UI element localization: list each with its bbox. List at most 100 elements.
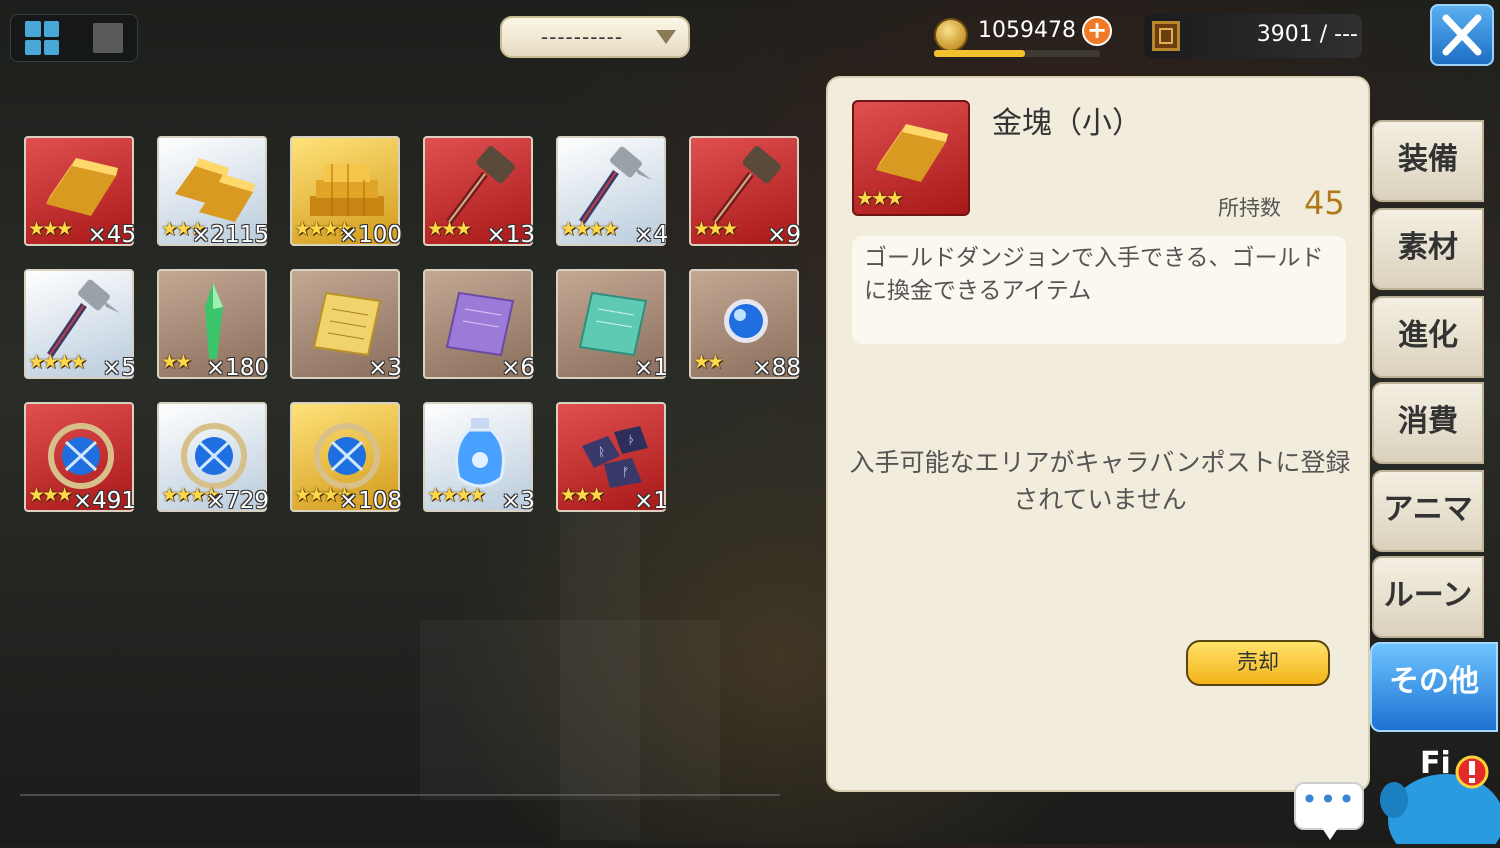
item-slot[interactable]: ★★ ×180	[157, 269, 269, 381]
item-count: ×491	[72, 488, 136, 514]
item-slot[interactable]: ★★ ×88	[689, 269, 801, 381]
item-name: 金塊（小）	[992, 106, 1142, 141]
gold-pile-icon	[310, 164, 384, 216]
item-count: ×3	[501, 488, 535, 514]
rune-stones-icon: ᚱ ᚦ ᚠ	[582, 426, 648, 488]
item-slot[interactable]: ★★★★ ×729	[157, 402, 269, 514]
close-icon	[1442, 14, 1482, 56]
item-slot[interactable]: ★★★★ ×4	[556, 136, 668, 248]
item-slot[interactable]: ★★★★ ×5	[24, 269, 136, 381]
chevron-down-icon	[656, 30, 676, 44]
gold-bar-icon	[46, 158, 118, 216]
item-slot[interactable]: ᚱ ᚦ ᚠ ★★★ ×1	[556, 402, 668, 514]
add-gold-icon[interactable]: +	[1082, 16, 1112, 46]
tab-1[interactable]: 素材	[1372, 208, 1484, 290]
description-box: ゴールドダンジョンで入手できる、ゴールドに換金できるアイテム	[852, 236, 1346, 344]
chat-button[interactable]: •••	[1294, 782, 1364, 840]
item-count: ×9	[767, 222, 801, 248]
item-slot[interactable]: ×6	[423, 269, 535, 381]
item-count: ×5	[102, 355, 136, 381]
item-slot[interactable]: ★★★ ×13	[423, 136, 535, 248]
green-spear-icon	[205, 283, 223, 359]
item-description: ゴールドダンジョンで入手できる、ゴールドに換金できるアイテム	[864, 245, 1324, 304]
item-count: ×100	[338, 222, 402, 248]
item-stars: ★★★	[28, 218, 73, 240]
gold-value: 1059478	[978, 18, 1076, 43]
svg-text:ᚦ: ᚦ	[628, 433, 635, 447]
sell-button[interactable]: 売却	[1186, 640, 1330, 686]
inventory-icon	[1152, 21, 1180, 51]
item-count: ×1	[634, 355, 668, 381]
mascot-button[interactable]: Fi	[1376, 740, 1500, 848]
close-button[interactable]	[1430, 4, 1494, 66]
gold-bars-icon	[175, 158, 255, 222]
tab-4[interactable]: アニマ	[1372, 470, 1484, 552]
owned-value: 45	[1304, 184, 1345, 222]
gold-display: 1059478 +	[934, 14, 1116, 58]
tab-2[interactable]: 進化	[1372, 296, 1484, 378]
tab-3[interactable]: 消費	[1372, 382, 1484, 464]
item-slot[interactable]: ★★★ ×2115	[157, 136, 269, 248]
item-count: ×4	[634, 222, 668, 248]
item-stars: ★★★	[693, 218, 738, 240]
teal-ticket-icon	[578, 291, 648, 357]
divider	[20, 794, 780, 796]
item-capacity: 3901 / ---	[1144, 14, 1362, 58]
hammer-icon	[446, 146, 515, 225]
item-slot[interactable]: ★★★ ×45	[24, 136, 136, 248]
item-count: ×45	[87, 222, 136, 248]
ring-orb-icon	[181, 423, 247, 489]
item-count: ×1	[634, 488, 668, 514]
item-count: ×2115	[191, 222, 269, 248]
item-count: ×3	[368, 355, 402, 381]
svg-text:ᚱ: ᚱ	[598, 445, 605, 459]
area-message: 入手可能なエリアがキャラバンポストに登録されていません	[849, 448, 1351, 514]
tab-6[interactable]: その他	[1370, 642, 1498, 732]
tab-0[interactable]: 装備	[1372, 120, 1484, 202]
item-stars: ★★★	[28, 484, 73, 506]
item-count: ×729	[205, 488, 269, 514]
gold-ticket-icon	[312, 291, 382, 357]
owned-label: 所持数	[1218, 196, 1281, 220]
item-slot[interactable]: ★★★★ ×108	[290, 402, 402, 514]
item-stars: ★★	[693, 351, 724, 373]
item-slot[interactable]: ★★★ ×9	[689, 136, 801, 248]
capacity-value: 3901 / ---	[1256, 22, 1358, 47]
item-count: ×6	[501, 355, 535, 381]
item-slot[interactable]: ★★★ ×491	[24, 402, 136, 514]
item-stars: ★★★★	[427, 484, 486, 506]
item-slot[interactable]: ★★★★ ×100	[290, 136, 402, 248]
ring-orb-icon	[314, 423, 380, 489]
item-count: ×108	[338, 488, 402, 514]
view-toggle	[10, 14, 138, 62]
item-slot[interactable]: ×3	[290, 269, 402, 381]
item-stars: ★★★	[427, 218, 472, 240]
pick-hammer-icon	[47, 279, 120, 357]
item-slot[interactable]: ★★★★ ×3	[423, 402, 535, 514]
filter-value: ----------	[540, 25, 624, 49]
item-count: ×180	[205, 355, 269, 381]
detail-gold-bar-icon: ★★★	[852, 100, 970, 216]
blue-orb-icon	[724, 299, 768, 343]
purple-ticket-icon	[445, 291, 515, 357]
item-stars: ★★★	[560, 484, 605, 506]
ring-orb-icon	[48, 423, 114, 489]
item-stars: ★★★★	[560, 218, 619, 240]
item-slot[interactable]: ×1	[556, 269, 668, 381]
item-stars: ★★	[161, 351, 192, 373]
filter-dropdown[interactable]: ----------	[500, 16, 690, 58]
grid-view-icon[interactable]	[25, 21, 59, 55]
tab-5[interactable]: ルーン	[1372, 556, 1484, 638]
pick-hammer-icon	[579, 146, 652, 224]
detail-stars: ★★★	[856, 186, 904, 210]
item-count: ×13	[486, 222, 535, 248]
gold-bar	[934, 50, 1100, 57]
coin-icon	[934, 18, 968, 52]
gold-bar-fill	[934, 50, 1026, 57]
item-stars: ★★★★	[28, 351, 87, 373]
mascot-text: Fi	[1420, 746, 1451, 781]
hammer-icon	[712, 146, 781, 225]
item-detail-panel: ★★★ 金塊（小） 所持数 45 ゴールドダンジョンで入手できる、ゴールドに換金…	[826, 76, 1370, 792]
single-view-icon[interactable]	[93, 23, 123, 53]
svg-text:ᚠ: ᚠ	[622, 465, 629, 479]
